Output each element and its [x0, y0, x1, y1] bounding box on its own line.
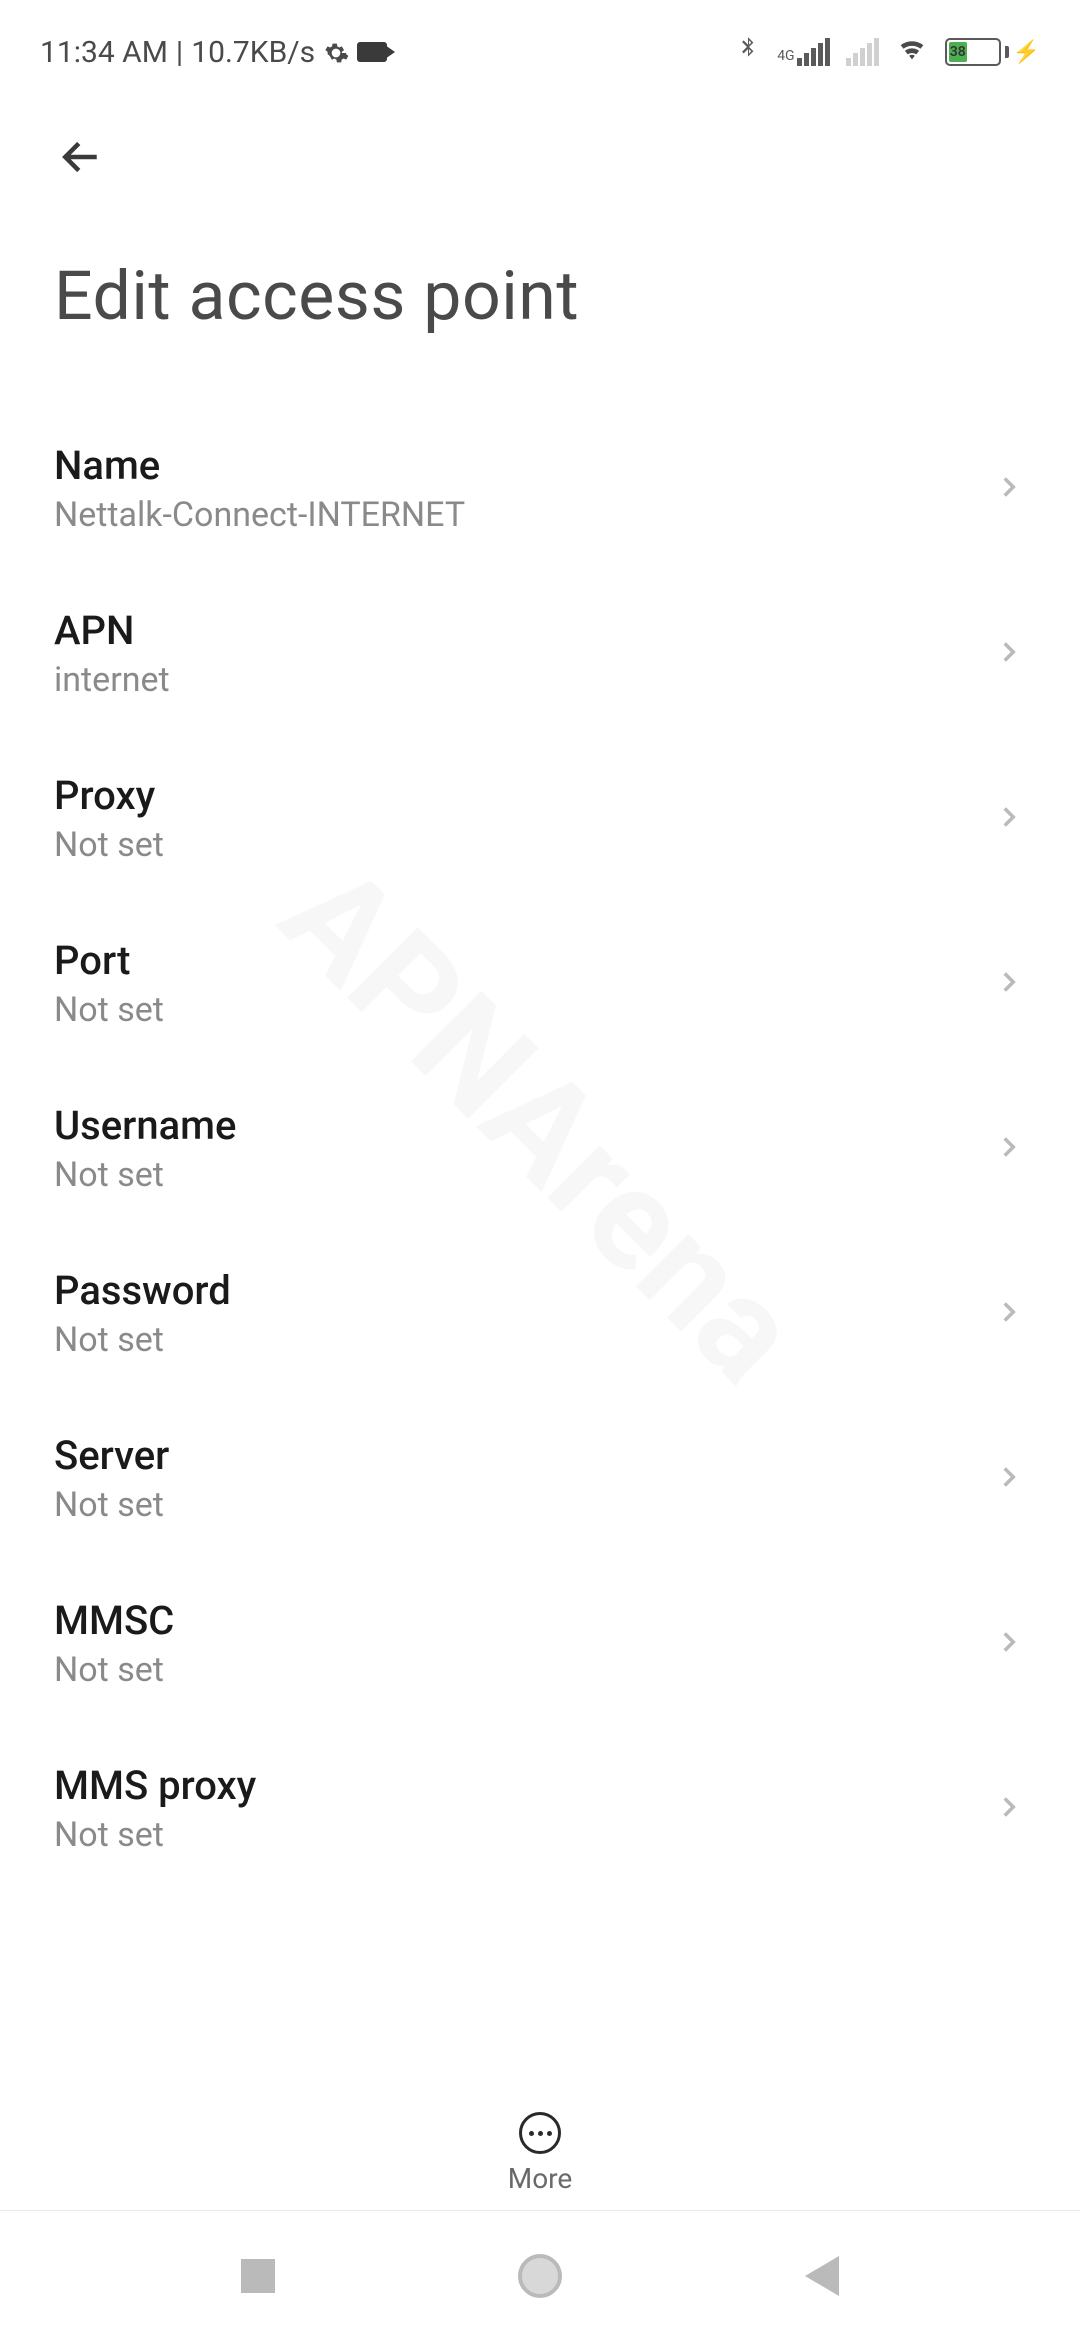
- list-item-label: Name: [54, 442, 465, 489]
- list-item-label: Proxy: [54, 772, 164, 819]
- chevron-right-icon: [992, 1295, 1026, 1333]
- chevron-right-icon: [992, 1790, 1026, 1828]
- status-right: 4G 38 ⚡: [735, 31, 1040, 73]
- nav-recent-button[interactable]: [241, 2259, 275, 2293]
- status-separator: |: [176, 35, 183, 70]
- list-item-value: internet: [54, 660, 170, 700]
- more-icon: [519, 2112, 561, 2154]
- bluetooth-icon: [735, 32, 761, 72]
- chevron-right-icon: [992, 965, 1026, 1003]
- list-item-port[interactable]: Port Not set: [0, 901, 1080, 1066]
- signal-secondary: [846, 38, 879, 66]
- chevron-right-icon: [992, 470, 1026, 508]
- back-button[interactable]: [54, 130, 108, 196]
- nav-back-button[interactable]: [805, 2256, 839, 2296]
- list-item-mms-proxy[interactable]: MMS proxy Not set: [0, 1726, 1080, 1891]
- list-item-label: Port: [54, 937, 164, 984]
- more-label: More: [508, 2162, 573, 2195]
- list-item-value: Not set: [54, 1650, 174, 1690]
- more-button[interactable]: More: [0, 2092, 1080, 2195]
- chevron-right-icon: [992, 800, 1026, 838]
- list-item-mmsc[interactable]: MMSC Not set: [0, 1561, 1080, 1726]
- status-datarate: 10.7KB/s: [191, 35, 315, 70]
- gear-icon: [323, 39, 349, 65]
- list-item-value: Nettalk-Connect-INTERNET: [54, 495, 465, 535]
- list-item-value: Not set: [54, 1485, 169, 1525]
- list-item-label: Server: [54, 1432, 169, 1479]
- list-item-proxy[interactable]: Proxy Not set: [0, 736, 1080, 901]
- chevron-right-icon: [992, 1460, 1026, 1498]
- navigation-bar: [0, 2210, 1080, 2340]
- list-item-username[interactable]: Username Not set: [0, 1066, 1080, 1231]
- network-type-label: 4G: [777, 48, 794, 64]
- list-item-label: MMS proxy: [54, 1762, 256, 1809]
- chevron-right-icon: [992, 635, 1026, 673]
- list-item-server[interactable]: Server Not set: [0, 1396, 1080, 1561]
- battery-indicator: 38 ⚡: [945, 38, 1040, 66]
- list-item-label: Username: [54, 1102, 236, 1149]
- chevron-right-icon: [992, 1130, 1026, 1168]
- list-item-label: MMSC: [54, 1597, 174, 1644]
- page-title: Edit access point: [54, 256, 1026, 336]
- list-item-label: APN: [54, 607, 170, 654]
- list-item-password[interactable]: Password Not set: [0, 1231, 1080, 1396]
- camera-icon: [357, 42, 387, 62]
- list-item-value: Not set: [54, 1155, 236, 1195]
- list-item-value: Not set: [54, 825, 164, 865]
- list-item-value: Not set: [54, 1320, 231, 1360]
- settings-list: APNArena Name Nettalk-Connect-INTERNET A…: [0, 356, 1080, 1891]
- list-item-label: Password: [54, 1267, 231, 1314]
- list-item-value: Not set: [54, 1815, 256, 1855]
- list-item-name[interactable]: Name Nettalk-Connect-INTERNET: [0, 406, 1080, 571]
- header: Edit access point: [0, 80, 1080, 356]
- wifi-icon: [895, 31, 929, 73]
- chevron-right-icon: [992, 1625, 1026, 1663]
- charging-icon: ⚡: [1013, 40, 1040, 65]
- list-item-value: Not set: [54, 990, 164, 1030]
- status-left: 11:34 AM | 10.7KB/s: [40, 35, 387, 70]
- battery-level: 38: [949, 42, 967, 62]
- list-item-apn[interactable]: APN internet: [0, 571, 1080, 736]
- signal-4g: 4G: [777, 38, 829, 66]
- fade-overlay: [0, 2040, 1080, 2080]
- nav-home-button[interactable]: [518, 2254, 562, 2298]
- status-time: 11:34 AM: [40, 35, 168, 70]
- status-bar: 11:34 AM | 10.7KB/s 4G: [0, 0, 1080, 80]
